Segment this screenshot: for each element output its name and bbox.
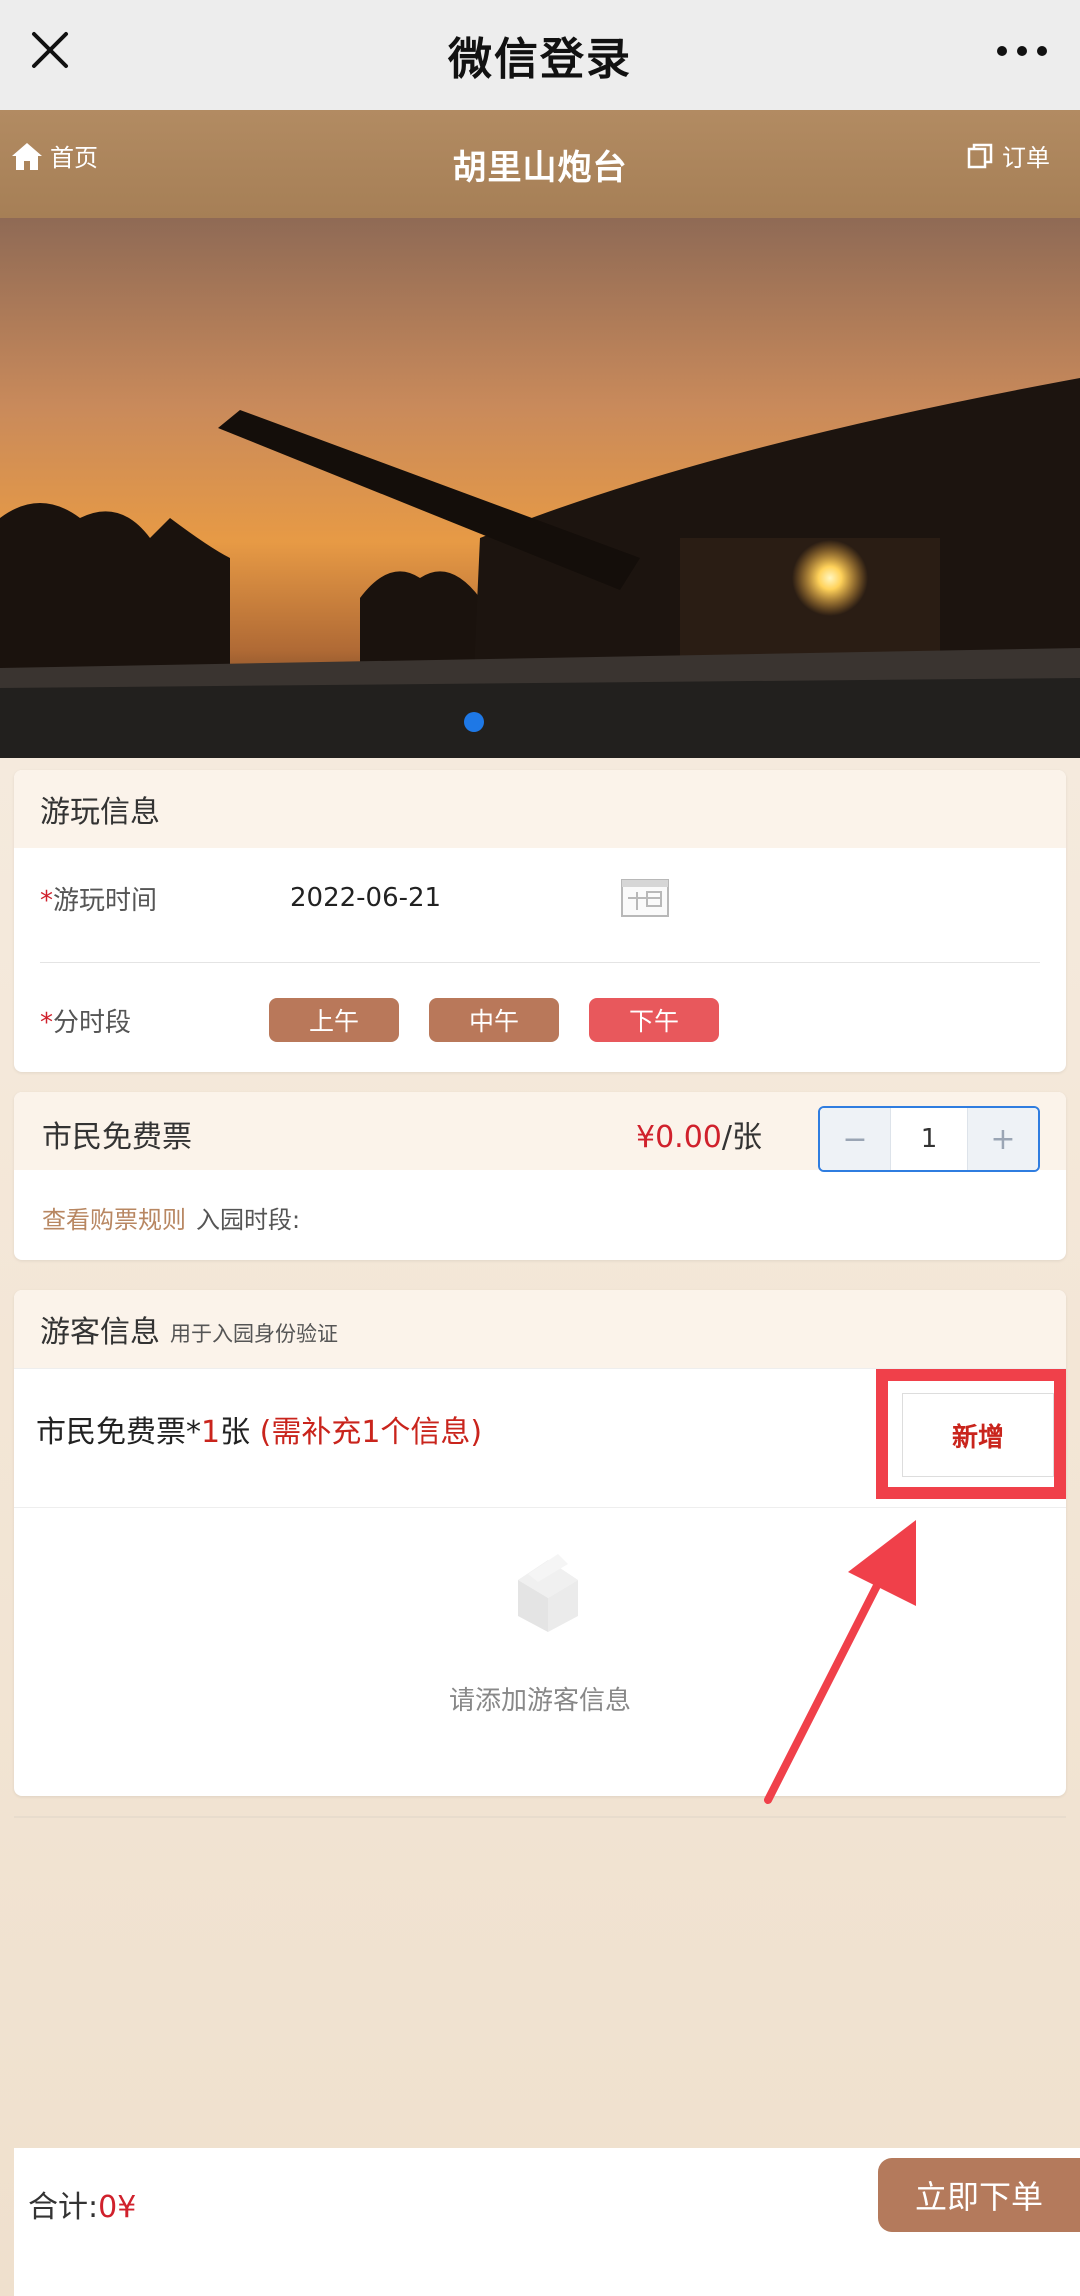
entry-period-label: 入园时段: xyxy=(196,1206,301,1234)
visitor-ticket-row: 市民免费票*1张 (需补充1个信息) 新增 xyxy=(14,1368,1066,1508)
divider xyxy=(40,962,1040,963)
increment-button[interactable]: + xyxy=(968,1108,1038,1170)
app-header: 首页 胡里山炮台 订单 xyxy=(0,110,1080,218)
slot-afternoon-button[interactable]: 下午 xyxy=(589,998,719,1042)
home-link[interactable]: 首页 xyxy=(10,138,98,173)
bottom-action-bar: 合计:0¥ 立即下单 xyxy=(14,2148,1080,2296)
slot-noon-button[interactable]: 中午 xyxy=(429,998,559,1042)
visitor-info-subtitle: 用于入园身份验证 xyxy=(170,1322,338,1346)
calendar-icon[interactable] xyxy=(620,878,670,918)
home-icon xyxy=(12,142,42,170)
add-visitor-button[interactable]: 新增 xyxy=(902,1393,1054,1477)
banner-image xyxy=(0,218,1080,758)
ticket-rules-row: 查看购票规则 入园时段: xyxy=(42,1200,300,1235)
orders-icon xyxy=(967,143,993,168)
ticket-header: 市民免费票 ¥0.00/张 − 1 + xyxy=(14,1092,1066,1172)
orders-link[interactable]: 订单 xyxy=(966,138,1050,173)
slot-row: *分时段 上午 中午 下午 xyxy=(40,998,1040,1042)
place-order-button[interactable]: 立即下单 xyxy=(878,2158,1080,2232)
wechat-title-bar: 微信登录 xyxy=(0,0,1080,110)
slot-label: *分时段 xyxy=(40,1007,132,1038)
ticket-rules-link[interactable]: 查看购票规则 xyxy=(42,1200,186,1235)
close-icon[interactable] xyxy=(28,28,72,72)
page-title: 胡里山炮台 xyxy=(452,147,628,188)
decrement-button[interactable]: − xyxy=(820,1108,890,1170)
visitor-ticket-text: 市民免费票*1张 (需补充1个信息) xyxy=(36,1415,483,1450)
more-icon[interactable] xyxy=(992,36,1052,66)
orders-label: 订单 xyxy=(1002,144,1050,172)
date-label: *游玩时间 xyxy=(40,885,158,916)
quantity-value[interactable]: 1 xyxy=(890,1108,968,1170)
banner-carousel[interactable] xyxy=(0,218,1080,758)
total-summary: 合计:0¥ xyxy=(28,2190,137,2225)
home-label: 首页 xyxy=(50,144,98,172)
date-value[interactable]: 2022-06-21 xyxy=(290,883,620,913)
empty-box-icon xyxy=(518,1554,578,1632)
play-info-card: 游玩信息 *游玩时间 2022-06-21 *分时段 上午 中午 下午 xyxy=(14,770,1066,1072)
visitor-info-header: 游客信息 用于入园身份验证 xyxy=(14,1290,1066,1368)
add-button-highlight: 新增 xyxy=(876,1369,1066,1499)
play-info-title: 游玩信息 xyxy=(40,795,160,830)
annotation-arrow-icon xyxy=(764,1520,916,1804)
slot-morning-button[interactable]: 上午 xyxy=(269,998,399,1042)
date-row: *游玩时间 2022-06-21 xyxy=(40,878,1040,918)
ticket-name: 市民免费票 xyxy=(42,1120,192,1155)
visitor-info-title: 游客信息 xyxy=(40,1315,160,1350)
ticket-card: 市民免费票 ¥0.00/张 − 1 + 查看购票规则 入园时段: xyxy=(14,1092,1066,1260)
ticket-price: ¥0.00/张 xyxy=(636,1120,762,1155)
carousel-indicator-dot[interactable] xyxy=(464,712,484,732)
quantity-stepper: − 1 + xyxy=(818,1106,1040,1172)
wechat-title: 微信登录 xyxy=(448,34,632,85)
play-info-header: 游玩信息 xyxy=(14,770,1066,848)
